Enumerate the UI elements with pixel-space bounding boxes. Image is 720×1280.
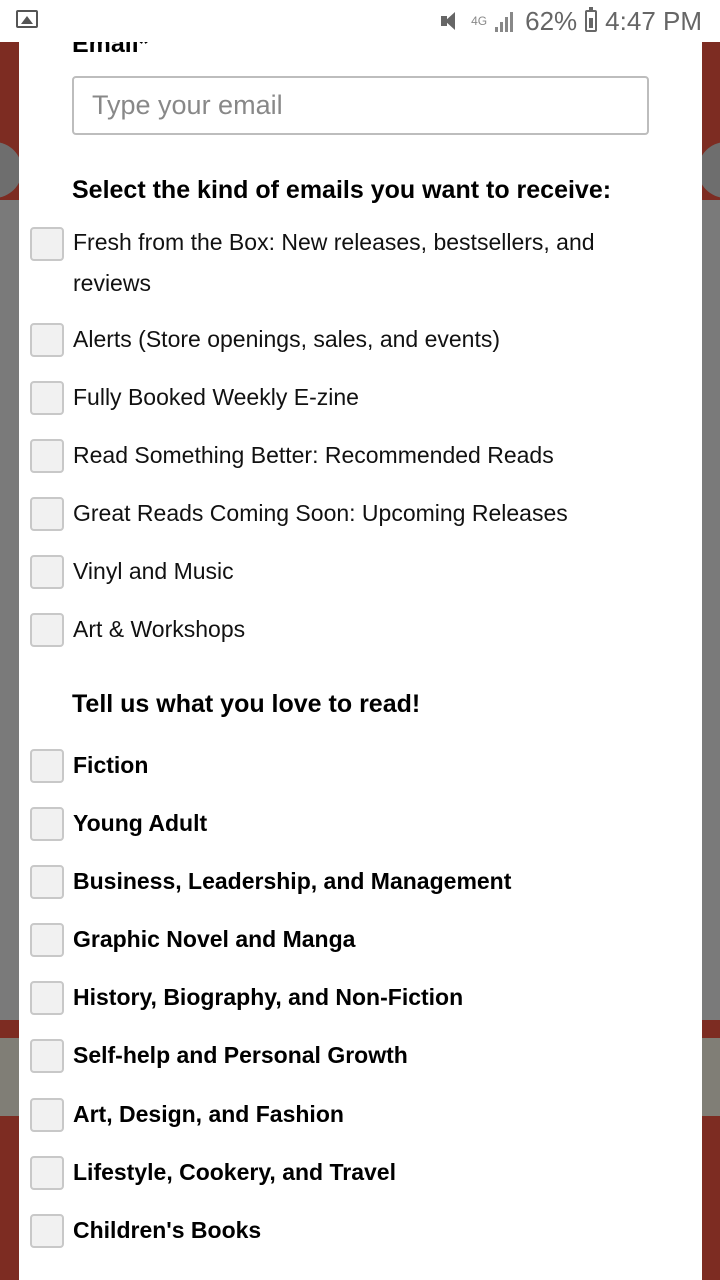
checkbox[interactable] <box>30 1156 64 1190</box>
battery-icon <box>585 7 598 32</box>
newsletter-modal: Email* Select the kind of emails you wan… <box>19 42 702 1280</box>
option-label: Fiction <box>73 752 149 778</box>
checkbox[interactable] <box>30 323 64 357</box>
checkbox[interactable] <box>30 497 64 531</box>
option-label: Fresh from the Box: New releases, bestse… <box>73 229 595 296</box>
checkbox[interactable] <box>30 1098 64 1132</box>
email-types-title: Select the kind of emails you want to re… <box>72 176 612 204</box>
option-label: Children's Books <box>73 1217 262 1243</box>
checkbox[interactable] <box>30 981 64 1015</box>
clock: 4:47 PM <box>605 5 702 36</box>
option-label: History, Biography, and Non-Fiction <box>73 984 464 1010</box>
checkbox[interactable] <box>30 555 64 589</box>
checkbox[interactable] <box>30 923 64 957</box>
option-label: Young Adult <box>73 810 208 836</box>
checkbox[interactable] <box>30 807 64 841</box>
mute-icon <box>439 10 463 32</box>
status-icons: 4G 62% 4:47 PM <box>439 6 702 36</box>
email-label: Email* <box>72 42 149 58</box>
option-label: Self-help and Personal Growth <box>73 1042 408 1068</box>
genres-title: Tell us what you love to read! <box>72 690 421 718</box>
option-label: Read Something Better: Recommended Reads <box>73 442 554 468</box>
option-label: Business, Leadership, and Management <box>73 868 512 894</box>
option-label: Art, Design, and Fashion <box>73 1101 344 1127</box>
status-bar: 4G 62% 4:47 PM <box>0 0 720 42</box>
checkbox[interactable] <box>30 1039 64 1073</box>
option-label: Alerts (Store openings, sales, and event… <box>73 326 501 352</box>
checkbox[interactable] <box>30 381 64 415</box>
checkbox[interactable] <box>30 439 64 473</box>
gallery-icon <box>16 10 38 28</box>
checkbox[interactable] <box>30 865 64 899</box>
checkbox[interactable] <box>30 749 64 783</box>
signal-icon <box>495 10 517 32</box>
option-label: Lifestyle, Cookery, and Travel <box>73 1159 396 1185</box>
checkbox[interactable] <box>30 227 64 261</box>
email-input[interactable] <box>72 76 649 135</box>
checkbox[interactable] <box>30 613 64 647</box>
option-label: Graphic Novel and Manga <box>73 926 356 952</box>
checkbox[interactable] <box>30 1214 64 1248</box>
network-indicator: 4G <box>471 15 487 27</box>
option-label: Vinyl and Music <box>73 558 234 584</box>
option-label: Fully Booked Weekly E-zine <box>73 384 359 410</box>
network-type: 4G <box>471 14 488 28</box>
option-label: Great Reads Coming Soon: Upcoming Releas… <box>73 500 568 526</box>
option-label: Art & Workshops <box>73 616 246 642</box>
battery-percent: 62% <box>525 5 578 36</box>
